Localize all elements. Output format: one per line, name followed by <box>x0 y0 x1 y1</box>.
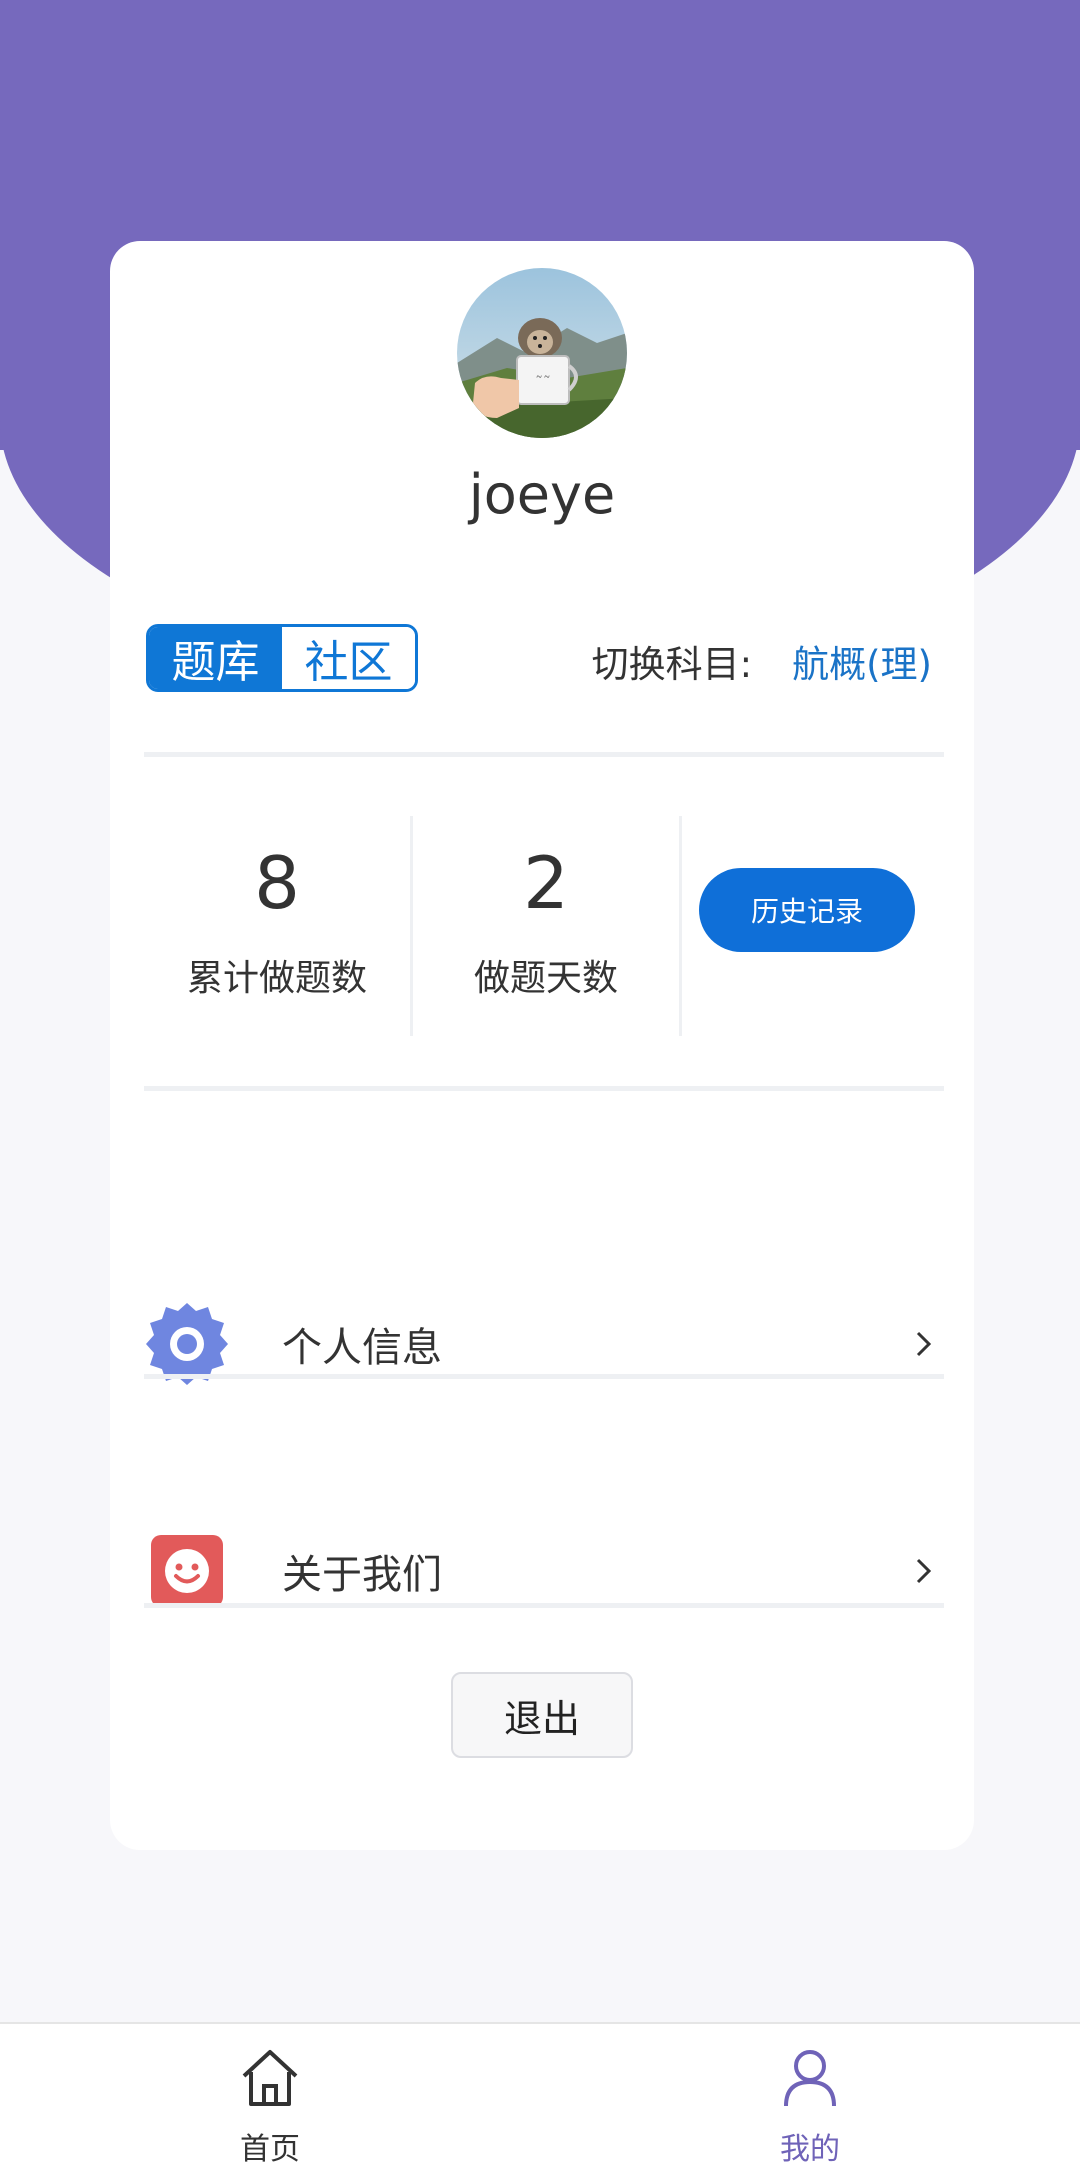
subject-label: 切换科目: <box>591 643 753 686</box>
stat-value: 2 <box>523 841 569 925</box>
tab-question-bank[interactable]: 题库 <box>149 627 282 689</box>
svg-text:~ ~: ~ ~ <box>536 372 550 383</box>
home-icon <box>242 2050 298 2106</box>
logout-button[interactable]: 退出 <box>451 1672 633 1758</box>
subject-value-link[interactable]: 航概(理) <box>792 634 932 688</box>
profile-card: ~ ~ joeye 题库 社区 切换科目: 航概(理) 8 累计做题数 2 做题… <box>110 241 974 1850</box>
tab-mine[interactable]: 我的 <box>710 2024 910 2174</box>
username: joeye <box>468 463 616 526</box>
chevron-right-icon <box>916 1331 932 1357</box>
chevron-right-icon <box>916 1558 932 1584</box>
tab-home[interactable]: 首页 <box>170 2024 370 2174</box>
subject-switcher: 切换科目: 航概(理) <box>592 631 932 691</box>
segment-control: 题库 社区 <box>146 624 418 692</box>
divider <box>144 1374 944 1379</box>
menu-item-personal-info[interactable]: 个人信息 <box>144 1264 944 1424</box>
divider <box>144 1603 944 1608</box>
menu-label: 关于我们 <box>282 1552 442 1598</box>
avatar-image: ~ ~ <box>457 268 627 438</box>
menu-label: 个人信息 <box>282 1325 442 1371</box>
stat-value: 8 <box>254 841 300 925</box>
divider <box>144 752 944 757</box>
divider <box>144 1086 944 1091</box>
stat-label: 累计做题数 <box>186 958 367 999</box>
smiley-icon <box>144 1528 230 1614</box>
stat-total-questions: 8 累计做题数 <box>144 816 410 1036</box>
menu-item-about-us[interactable]: 关于我们 <box>144 1491 944 1651</box>
stat-days: 2 做题天数 <box>413 816 679 1036</box>
bottom-tab-bar: 首页 我的 <box>0 2022 1080 2174</box>
tab-community[interactable]: 社区 <box>282 627 415 689</box>
user-icon <box>784 2050 836 2107</box>
stat-separator <box>679 816 682 1036</box>
tab-label: 我的 <box>780 2132 840 2167</box>
history-button[interactable]: 历史记录 <box>699 868 915 952</box>
app-root: ~ ~ joeye 题库 社区 切换科目: 航概(理) 8 累计做题数 2 做题… <box>0 0 1080 2174</box>
avatar[interactable]: ~ ~ <box>457 268 627 438</box>
stat-label: 做题天数 <box>473 958 618 999</box>
tab-label: 首页 <box>240 2132 300 2167</box>
